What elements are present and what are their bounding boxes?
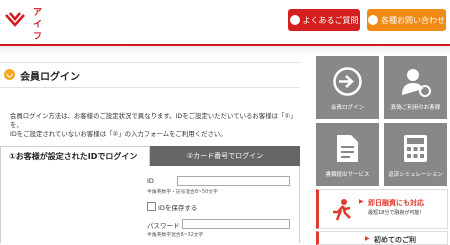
id-label: ID <box>147 177 154 185</box>
question-icon <box>289 15 300 25</box>
document-icon <box>337 135 358 162</box>
description-line2: IDをご設定されていないお客様は「②」の入力フォームをご利用ください。 <box>10 130 227 138</box>
id-input[interactable] <box>177 176 290 186</box>
faq-button[interactable]: よくあるご質問 <box>288 9 360 31</box>
same-day-loan-banner[interactable]: ▶ 即日融資にも対応 最短18分で融資が可能！ <box>316 189 448 229</box>
banner-title: 即日融資にも対応 <box>368 199 424 207</box>
inquiry-button[interactable]: 各種お問い合わせ <box>367 9 446 31</box>
id-hint: 半角英数字・記号混合8~50文字 <box>147 190 218 195</box>
description-line1: 会員ログイン方法は、お客様のご設定状況で異なります。IDをご設定いただいているお… <box>10 112 297 129</box>
inquiry-button-label: 各種お問い合わせ <box>381 15 445 25</box>
sidebar-tile-label: 書類提出サービス <box>325 172 370 178</box>
sidebar-tile-label: 返済シミュレーション <box>388 172 443 178</box>
sidebar-tile-existing-customer[interactable]: 真偽ご利用のお客様 <box>384 56 447 119</box>
sidebar-tile-label: 真偽ご利用のお客様 <box>390 105 441 111</box>
login-tabs: ①お客様が設定されたIDでログイン ②カード番号でログイン <box>0 146 300 166</box>
banner2-title: 初めてのご利 <box>374 236 416 244</box>
sidebar-tile-repayment-sim[interactable]: 返済シミュレーション <box>384 123 447 186</box>
arrow-icon: ▶ <box>365 235 370 242</box>
logo-text-line1: アイ <box>33 8 44 30</box>
tab-id-login[interactable]: ①お客様が設定されたIDでログイン <box>0 146 150 166</box>
header: アイ フル よくあるご質問 各種お問い合わせ <box>0 0 450 54</box>
tab-card-login[interactable]: ②カード番号でログイン <box>150 146 300 166</box>
mail-icon <box>368 15 378 25</box>
login-description: 会員ログイン方法は、お客様のご設定状況で異なります。IDをご設定いただいているお… <box>10 112 300 139</box>
sidebar-tile-document-submit[interactable]: 書類提出サービス <box>316 123 379 186</box>
user-refresh-icon <box>402 69 431 97</box>
sidebar-tile-label: 会員ログイン <box>330 105 364 111</box>
calculator-icon <box>404 135 427 162</box>
login-form: ID 半角英数字・記号混合8~50文字 IDを保存する パスワード 半角英数字混… <box>0 166 300 243</box>
arrow-icon: ▶ <box>359 198 364 205</box>
page-title-bar: 会員ログイン <box>0 62 300 88</box>
faq-button-label: よくあるご質問 <box>302 15 359 25</box>
sidebar-tile-member-login[interactable]: 会員ログイン <box>316 56 379 119</box>
chevron-circle-icon <box>4 69 15 80</box>
password-input[interactable] <box>182 219 290 229</box>
page-title: 会員ログイン <box>20 72 80 83</box>
aiful-logo-icon[interactable] <box>4 9 26 31</box>
login-arrow-icon <box>333 67 362 96</box>
password-label: パスワード <box>147 222 180 230</box>
password-hint: 半角英数字混合8~32文字 <box>147 233 204 238</box>
save-id-label[interactable]: IDを保存する <box>158 202 197 212</box>
running-person-icon <box>333 199 351 221</box>
header-shadow <box>0 46 450 56</box>
save-id-checkbox[interactable] <box>147 202 156 211</box>
banner-subtitle: 最短18分で融資が可能！ <box>368 210 425 216</box>
